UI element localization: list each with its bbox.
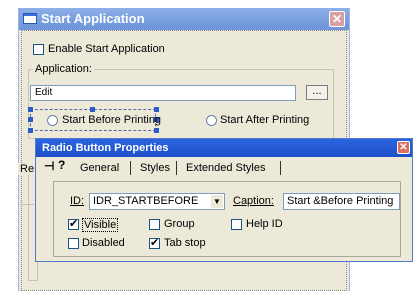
application-path-field[interactable]: Edit: [30, 85, 296, 101]
tab-separator: [280, 161, 281, 175]
radio-button-properties-dialog: Radio Button Properties ✕ ⊣ ? General St…: [35, 138, 413, 262]
group-checkbox[interactable]: [149, 219, 160, 230]
close-icon[interactable]: ✕: [329, 11, 345, 27]
help-id-checkbox[interactable]: [231, 219, 242, 230]
visible-checkbox[interactable]: [68, 217, 79, 231]
start-application-title: Start Application: [41, 11, 145, 26]
help-id-label: Help ID: [246, 218, 283, 230]
radio-button-properties-titlebar[interactable]: Radio Button Properties ✕: [36, 139, 412, 157]
caption-label: Caption:: [233, 195, 274, 207]
id-value: IDR_STARTBEFORE: [93, 195, 199, 207]
resize-handle-tm[interactable]: [90, 107, 95, 112]
chevron-down-icon[interactable]: ▼: [211, 195, 223, 208]
disabled-label: Disabled: [82, 237, 125, 249]
divider: [20, 204, 34, 205]
group-label: Group: [164, 218, 195, 230]
pin-icon[interactable]: ⊣: [44, 159, 54, 173]
disabled-checkbox[interactable]: [68, 238, 79, 249]
tab-general[interactable]: General: [80, 159, 119, 177]
tab-styles[interactable]: Styles: [140, 159, 170, 177]
resize-handle-ml[interactable]: [28, 117, 33, 122]
start-before-printing-radio[interactable]: [47, 115, 58, 126]
id-label-text: ID:: [70, 195, 85, 207]
caption-label-text: Caption:: [233, 195, 274, 207]
start-after-printing-label: Start After Printing: [220, 114, 310, 126]
id-label: ID:: [70, 195, 84, 207]
tab-stop-checkbox[interactable]: [149, 236, 160, 250]
close-icon[interactable]: ✕: [397, 141, 410, 154]
application-group-label: Application:: [33, 63, 94, 75]
id-combo[interactable]: IDR_STARTBEFORE ▼: [89, 193, 225, 210]
resize-handle-tr[interactable]: [154, 107, 159, 112]
second-group-label: Re: [18, 163, 37, 175]
help-icon[interactable]: ?: [58, 158, 65, 172]
resize-handle-br[interactable]: [154, 128, 159, 133]
start-before-printing-label: Start Before Printing: [62, 114, 162, 126]
tab-extended-styles[interactable]: Extended Styles: [186, 159, 266, 177]
dialog-app-icon: [23, 13, 37, 24]
browse-button[interactable]: ...: [306, 85, 328, 100]
enable-start-application-checkbox[interactable]: [33, 44, 44, 55]
tab-stop-label: Tab stop: [164, 237, 206, 249]
tab-separator: [130, 161, 131, 175]
start-after-printing-radio[interactable]: [206, 115, 217, 126]
resize-handle-tl[interactable]: [28, 107, 33, 112]
tab-separator: [176, 161, 177, 175]
radio-button-properties-title: Radio Button Properties: [42, 142, 169, 154]
caption-field[interactable]: Start &Before Printing: [283, 193, 400, 210]
enable-start-application-label: Enable Start Application: [48, 43, 165, 55]
resize-handle-bl[interactable]: [28, 128, 33, 133]
start-application-titlebar[interactable]: Start Application ✕: [19, 8, 349, 30]
visible-label: Visible: [82, 218, 119, 232]
